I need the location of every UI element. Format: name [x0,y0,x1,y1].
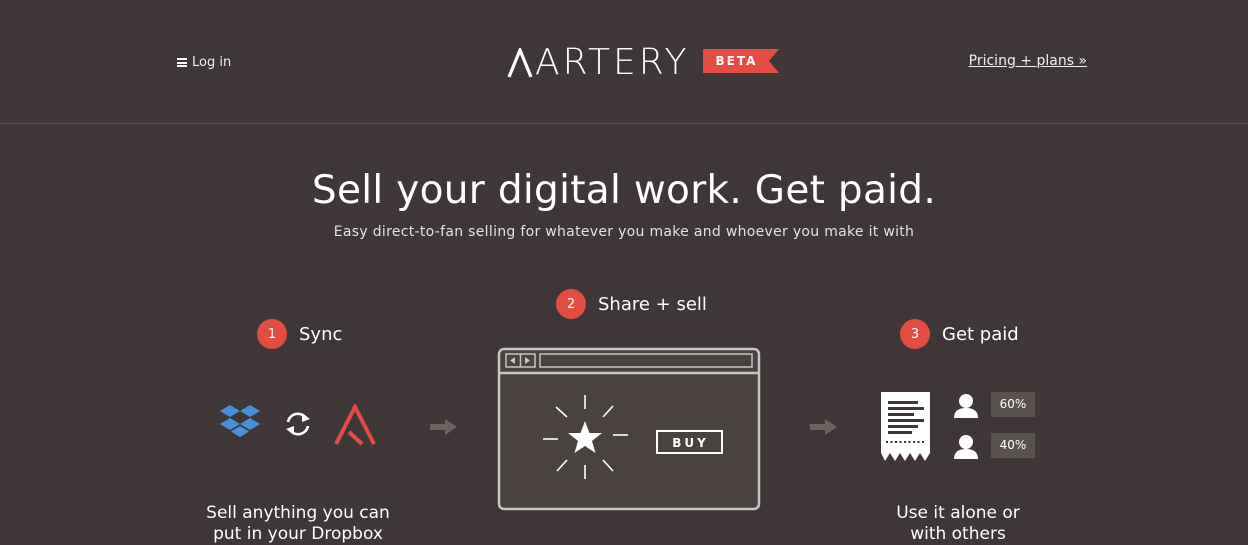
login-link[interactable]: Log in [177,55,231,70]
user-icon [954,394,978,418]
dropbox-icon [220,405,260,437]
logo-text: ARTERY [535,42,690,83]
logo-a-icon [507,47,533,78]
step-title: Share + sell [598,293,707,315]
artery-logo[interactable]: ARTERY BETA [507,42,780,83]
step-paid-heading: 3 Get paid [900,319,1019,349]
arrow-right-icon [810,419,837,435]
step-number-badge: 2 [556,289,586,319]
user-icon [954,435,978,459]
pricing-link[interactable]: Pricing + plans » [969,53,1087,69]
step-number-badge: 3 [900,319,930,349]
browser-window-illustration [497,347,761,511]
split-percentage-badge: 40% [991,433,1035,458]
split-percentage-badge: 60% [991,392,1035,417]
sync-icon [286,412,310,436]
login-label: Log in [192,55,232,70]
step-number-badge: 1 [257,319,287,349]
menu-icon [177,58,187,67]
buy-label: BUY [672,436,709,450]
hero-title: Sell your digital work. Get paid. [311,168,937,213]
receipt-icon [881,392,930,461]
step-sync-heading: 1 Sync [257,319,342,349]
arrow-right-icon [430,419,457,435]
hero-subtitle: Easy direct-to-fan selling for whatever … [333,224,915,240]
site-header: Log in ARTERY BETA Pricing + plans » [0,0,1248,124]
beta-badge: BETA [703,48,780,73]
step-title: Get paid [942,323,1019,345]
artery-a-icon [334,404,376,446]
step-share-heading: 2 Share + sell [556,289,707,319]
step-title: Sync [299,323,343,345]
